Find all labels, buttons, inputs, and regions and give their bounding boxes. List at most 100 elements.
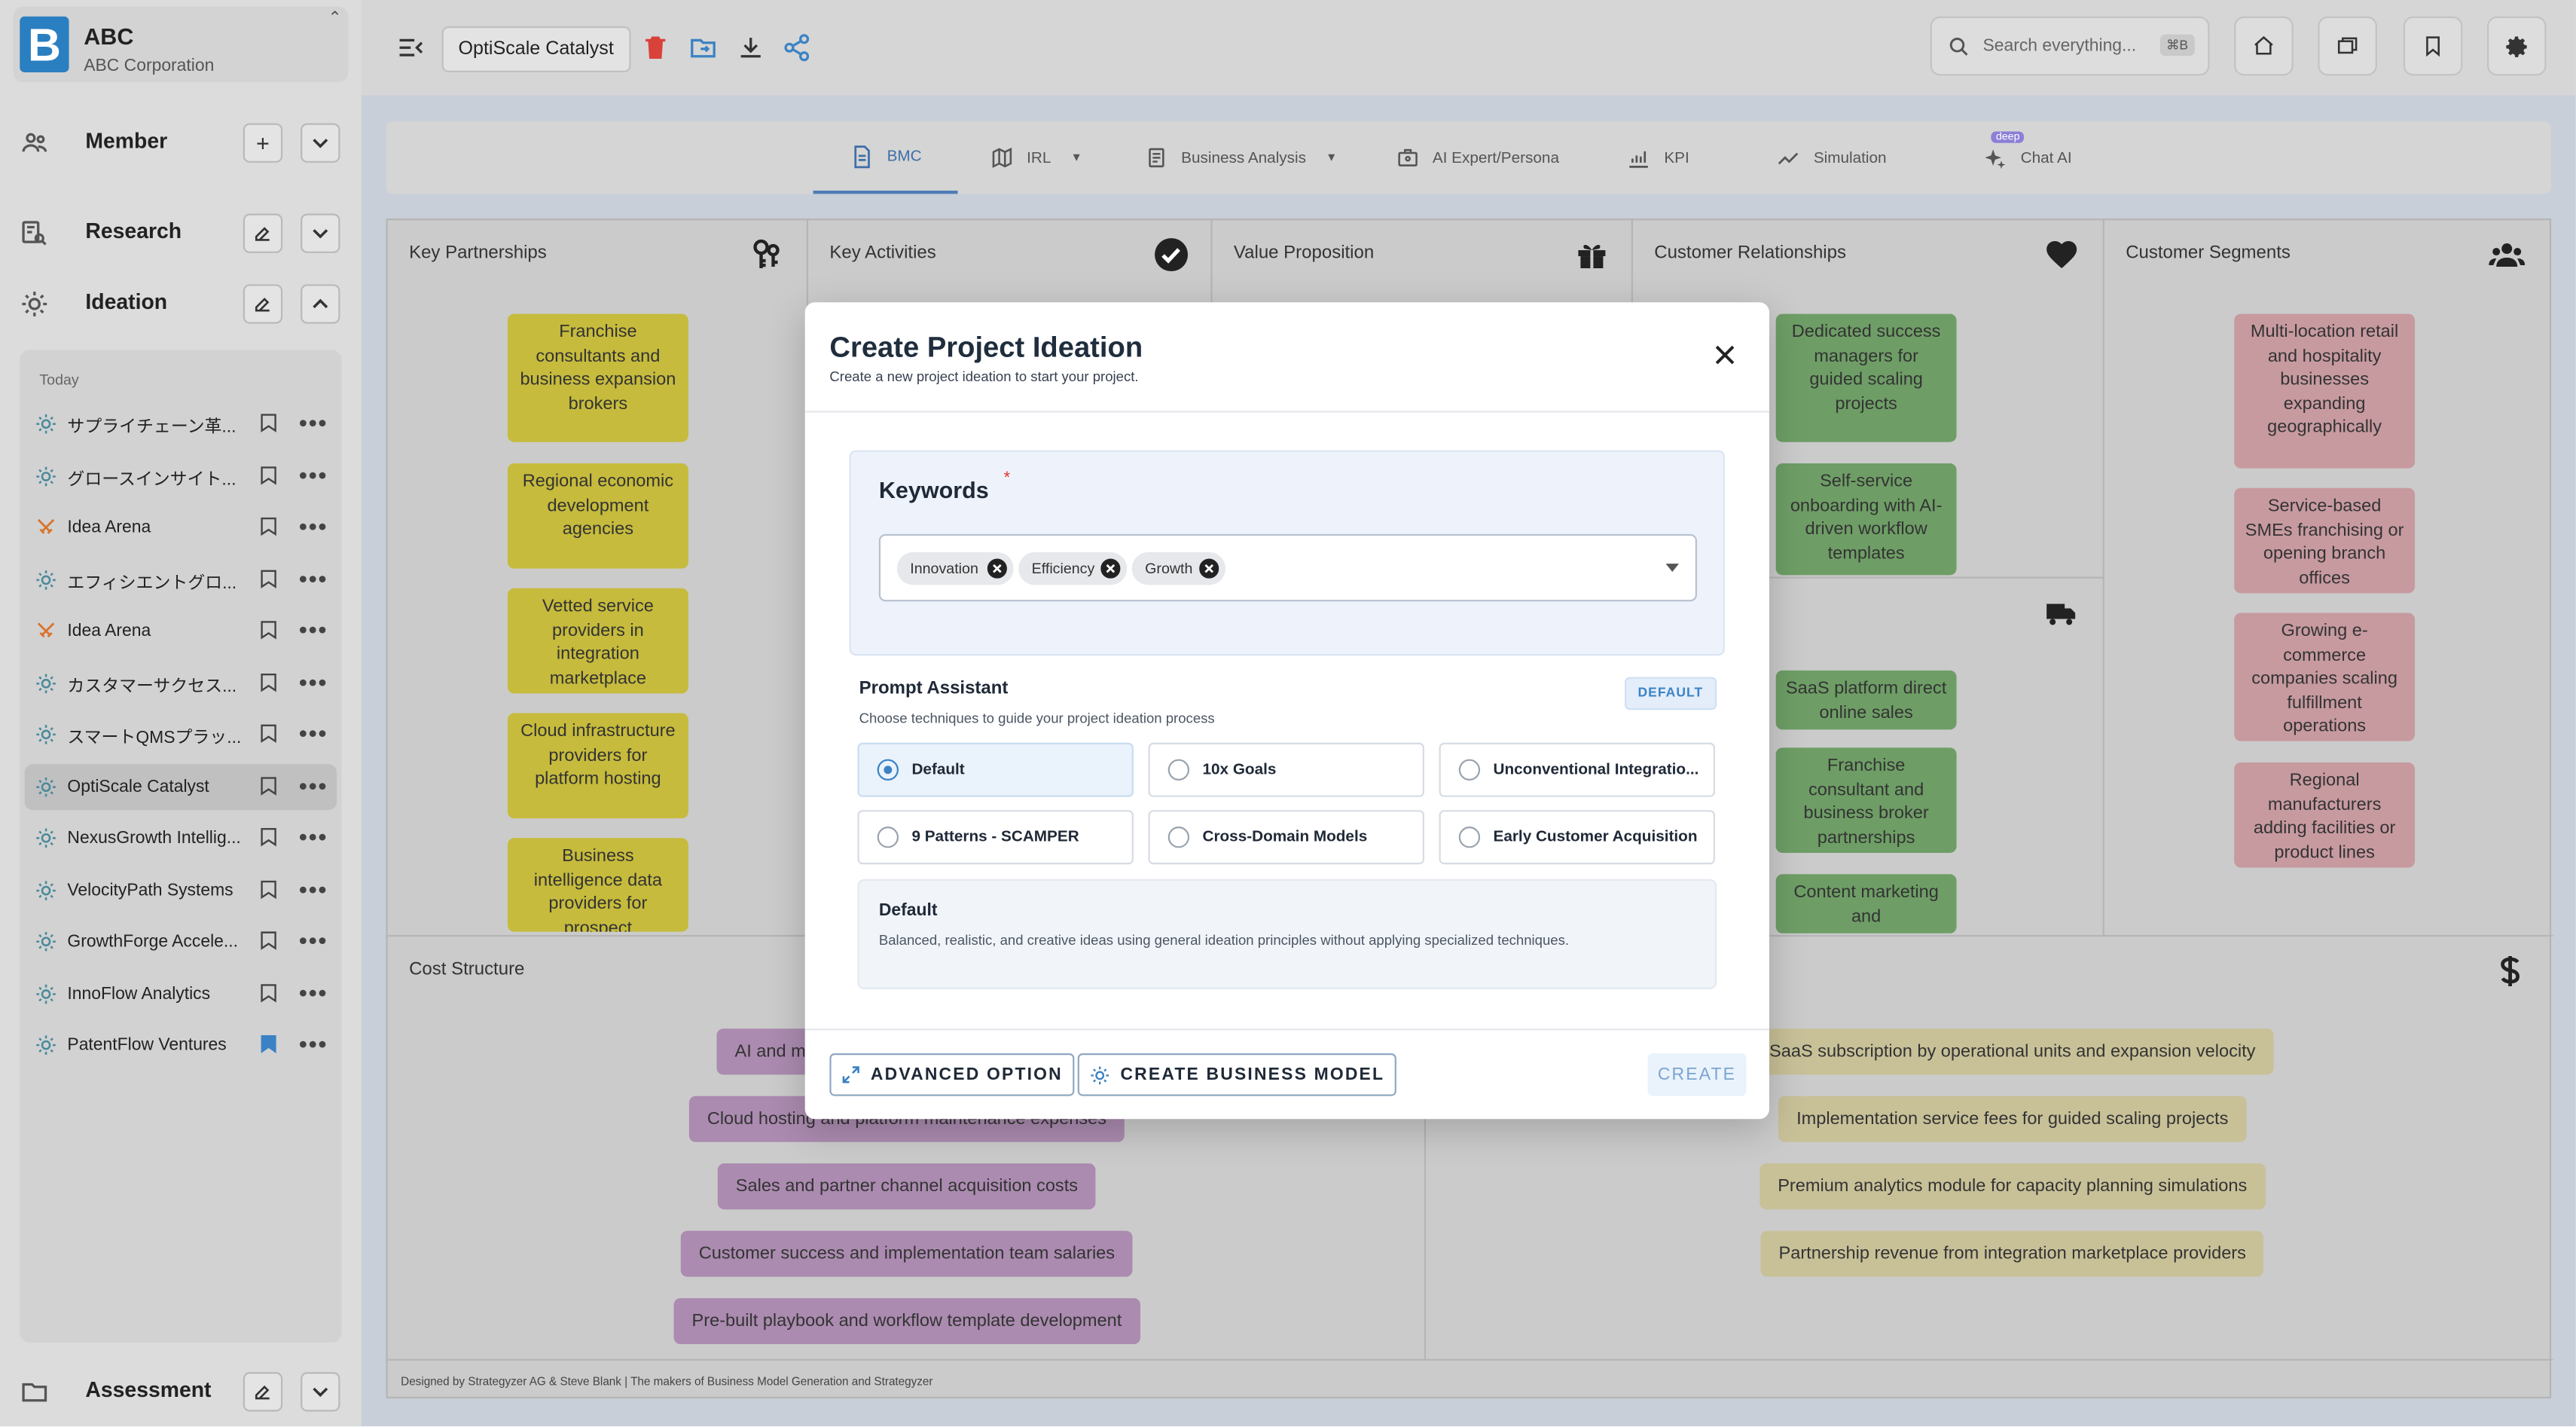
edit-research-button[interactable] — [243, 213, 283, 253]
list-pill[interactable]: Customer success and implementation team… — [680, 1230, 1134, 1277]
sticky-note[interactable]: Multi-location retail and hospitality bu… — [2234, 313, 2416, 469]
download-icon[interactable] — [736, 33, 765, 63]
more-options-icon[interactable]: ••• — [299, 616, 328, 643]
radio-selected[interactable] — [877, 759, 899, 781]
sticky-note[interactable]: Dedicated success managers for guided sc… — [1775, 313, 1957, 442]
bookmarks-button[interactable] — [2403, 16, 2463, 76]
sticky-note[interactable]: Regional manufacturers adding facilities… — [2234, 762, 2416, 868]
more-options-icon[interactable]: ••• — [299, 409, 328, 435]
edit-assessment-button[interactable] — [243, 1372, 283, 1412]
more-options-icon[interactable]: ••• — [299, 564, 328, 591]
sidebar-section-research[interactable]: Research — [0, 200, 362, 266]
windows-button[interactable] — [2318, 16, 2377, 76]
sticky-note[interactable]: Regional economic development agencies — [507, 463, 688, 569]
radio[interactable] — [1167, 827, 1190, 848]
more-options-icon[interactable]: ••• — [299, 668, 328, 695]
bookmark-icon[interactable] — [260, 827, 278, 848]
more-options-icon[interactable]: ••• — [299, 979, 328, 1005]
option-unconventional-integration[interactable]: Unconventional Integratio... — [1439, 742, 1715, 797]
radio[interactable] — [1458, 759, 1481, 781]
radio[interactable] — [1458, 827, 1481, 848]
tab-chat-ai[interactable]: deep Chat AI — [1982, 121, 2072, 194]
settings-button[interactable] — [2487, 16, 2547, 76]
bookmark-icon[interactable] — [260, 619, 278, 640]
option-scamper[interactable]: 9 Patterns - SCAMPER — [857, 810, 1134, 865]
search-box[interactable]: Search everything... ⌘B — [1930, 16, 2210, 76]
sidebar-section-assessment[interactable]: Assessment — [0, 1359, 362, 1425]
ideation-item[interactable]: カスタマーサクセス... ••• — [25, 660, 337, 706]
tab-bmc[interactable]: BMC — [813, 121, 958, 194]
list-pill[interactable]: Partnership revenue from integration mar… — [1760, 1230, 2264, 1277]
share-icon[interactable] — [782, 33, 811, 63]
ideation-item[interactable]: サプライチェーン革... ••• — [25, 401, 337, 447]
tab-business-analysis[interactable]: Business Analysis ▼ — [1145, 121, 1337, 194]
delete-icon[interactable] — [641, 33, 670, 63]
ideation-item[interactable]: PatentFlow Ventures ••• — [25, 1022, 337, 1068]
close-icon[interactable] — [1708, 338, 1741, 371]
sticky-note[interactable]: Growing e-commerce companies scaling ful… — [2234, 613, 2416, 741]
ideation-item[interactable]: InnoFlow Analytics ••• — [25, 970, 337, 1016]
more-options-icon[interactable]: ••• — [299, 772, 328, 798]
project-name-chip[interactable]: OptiScale Catalyst — [441, 26, 630, 72]
keywords-input[interactable]: Innovation Efficiency Growth — [878, 533, 1697, 602]
search-input[interactable]: Search everything... — [1982, 36, 2136, 56]
list-pill[interactable]: Pre-built playbook and workflow template… — [673, 1297, 1140, 1345]
radio[interactable] — [1167, 759, 1190, 781]
ideation-item[interactable]: グロースインサイト... ••• — [25, 453, 337, 499]
bookmark-icon[interactable] — [260, 982, 278, 1003]
bookmark-icon[interactable] — [260, 516, 278, 537]
ideation-item[interactable]: NexusGrowth Intellig... ••• — [25, 815, 337, 861]
bookmark-icon[interactable] — [260, 930, 278, 951]
sticky-note[interactable]: Franchise consultant and business broker… — [1775, 747, 1957, 853]
sticky-note[interactable]: Self-service onboarding with AI-driven w… — [1775, 463, 1957, 576]
add-member-button[interactable]: + — [243, 123, 283, 163]
bookmark-icon[interactable] — [260, 671, 278, 692]
bookmark-icon[interactable] — [260, 879, 278, 900]
more-options-icon[interactable]: ••• — [299, 461, 328, 487]
option-default[interactable]: Default — [857, 742, 1134, 797]
create-business-model-button[interactable]: CREATE BUSINESS MODEL — [1077, 1053, 1396, 1096]
bookmark-icon[interactable] — [260, 412, 278, 433]
ideation-collapse-button[interactable] — [301, 284, 340, 324]
bookmark-icon[interactable] — [260, 1034, 278, 1055]
edit-ideation-button[interactable] — [243, 284, 283, 324]
remove-chip-icon[interactable] — [1100, 558, 1121, 579]
ideation-item[interactable]: VelocityPath Systems ••• — [25, 866, 337, 912]
more-options-icon[interactable]: ••• — [299, 512, 328, 539]
sticky-note[interactable]: SaaS platform direct online sales — [1775, 670, 1957, 730]
bookmark-icon[interactable] — [260, 775, 278, 796]
more-options-icon[interactable]: ••• — [299, 875, 328, 901]
sticky-note[interactable]: Cloud infrastructure providers for platf… — [507, 713, 688, 819]
advanced-option-button[interactable]: ADVANCED OPTION — [829, 1053, 1075, 1096]
sidebar-section-ideation[interactable]: Ideation — [0, 271, 362, 337]
list-pill[interactable]: Premium analytics module for capacity pl… — [1760, 1163, 2266, 1210]
list-pill[interactable]: Implementation service fees for guided s… — [1778, 1095, 2247, 1142]
assessment-expand-button[interactable] — [301, 1372, 340, 1412]
tab-irl[interactable]: IRL ▼ — [990, 121, 1082, 194]
ideation-item[interactable]: エフィシエントグロ... ••• — [25, 556, 337, 602]
create-button[interactable]: CREATE — [1647, 1053, 1747, 1096]
more-options-icon[interactable]: ••• — [299, 824, 328, 850]
sticky-note[interactable]: Vetted service providers in integration … — [507, 588, 688, 694]
bookmark-icon[interactable] — [260, 568, 278, 589]
menu-collapse-icon[interactable] — [396, 33, 426, 63]
sticky-note[interactable]: Service-based SMEs franchising or openin… — [2234, 487, 2416, 594]
option-cross-domain[interactable]: Cross-Domain Models — [1148, 810, 1424, 865]
tab-ai-expert[interactable]: AI Expert/Persona — [1396, 121, 1559, 194]
more-options-icon[interactable]: ••• — [299, 927, 328, 953]
more-options-icon[interactable]: ••• — [299, 720, 328, 746]
sidebar-section-member[interactable]: Member + — [0, 110, 362, 176]
ideation-item[interactable]: Idea Arena ••• — [25, 608, 337, 654]
list-pill[interactable]: SaaS subscription by operational units a… — [1751, 1028, 2274, 1075]
dropdown-caret-icon[interactable] — [1665, 564, 1679, 572]
radio[interactable] — [877, 827, 899, 848]
list-pill[interactable]: Sales and partner channel acquisition co… — [717, 1163, 1097, 1210]
sticky-note[interactable]: Franchise consultants and business expan… — [507, 313, 688, 442]
sidebar-collapse-icon[interactable]: ⌃ — [328, 10, 341, 28]
ideation-item[interactable]: Idea Arena ••• — [25, 505, 337, 551]
home-button[interactable] — [2234, 16, 2294, 76]
ideation-item[interactable]: OptiScale Catalyst ••• — [24, 763, 337, 810]
option-early-customer[interactable]: Early Customer Acquisition — [1439, 810, 1715, 865]
option-10x-goals[interactable]: 10x Goals — [1148, 742, 1424, 797]
remove-chip-icon[interactable] — [1199, 558, 1219, 579]
